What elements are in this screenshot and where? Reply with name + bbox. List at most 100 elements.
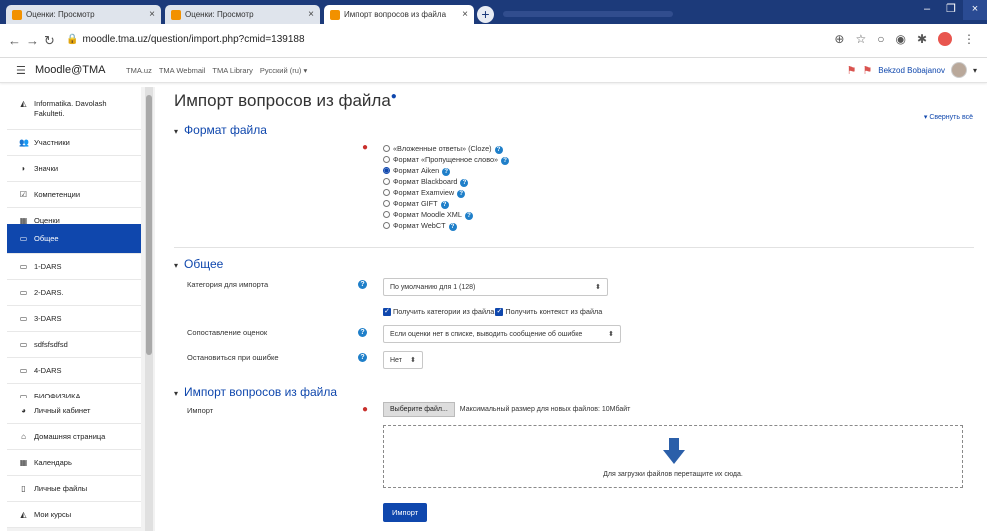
drawer-item-label: 4-DARS bbox=[34, 366, 62, 375]
help-icon[interactable]: ? bbox=[501, 156, 510, 165]
language-menu[interactable]: Русский (ru) ▾ bbox=[260, 66, 307, 75]
checkbox-checked[interactable]: ✓ bbox=[383, 307, 391, 316]
hamburger-menu-icon[interactable]: ☰ bbox=[16, 64, 26, 77]
url-host: moodle.tma.uz bbox=[82, 34, 149, 45]
puzzle-icon[interactable]: ✱ bbox=[917, 32, 927, 46]
profile-icon[interactable] bbox=[938, 32, 952, 46]
matchgrades-select[interactable]: Если оценки нет в списке, выводить сообщ… bbox=[383, 325, 621, 343]
extension-icon[interactable]: ◉ bbox=[895, 32, 905, 46]
help-icon[interactable]: ? bbox=[358, 280, 367, 289]
help-icon[interactable]: ? bbox=[440, 200, 449, 209]
radio-button[interactable] bbox=[383, 189, 390, 196]
format-radio[interactable]: «Вложенные ответы» (Cloze)? bbox=[383, 144, 503, 154]
radio-button[interactable] bbox=[383, 211, 390, 218]
drawer-item[interactable]: ☑ Компетенции bbox=[7, 182, 141, 208]
nav-link[interactable]: TMA Library bbox=[212, 66, 252, 75]
extension-icon[interactable]: ○ bbox=[877, 32, 884, 46]
import-button[interactable]: Импорт bbox=[383, 503, 428, 522]
radio-button[interactable] bbox=[383, 222, 390, 229]
zoom-icon[interactable]: ⊕ bbox=[834, 32, 844, 46]
format-radio-selected[interactable]: Формат Aiken? bbox=[383, 166, 451, 176]
section-title: Общее bbox=[184, 257, 224, 271]
browser-tab-bar: Оценки: Просмотр × Оценки: Просмотр × Им… bbox=[0, 0, 987, 24]
window-close-icon[interactable]: × bbox=[963, 0, 987, 20]
drawer-scrollbar-thumb[interactable] bbox=[146, 95, 152, 355]
drawer-item[interactable]: 👥 Участники bbox=[7, 130, 141, 156]
radio-button[interactable] bbox=[383, 145, 390, 152]
drawer-item[interactable]: ◗ Значки bbox=[7, 156, 141, 182]
menu-dots-icon[interactable]: ⋮ bbox=[963, 32, 975, 46]
drawer-item[interactable]: ⌂ Домашняя страница bbox=[7, 424, 141, 450]
drawer-item-active[interactable]: ▭ Общее bbox=[7, 224, 141, 254]
section-format-header[interactable]: ▾ Формат файла bbox=[174, 123, 267, 137]
browser-tab[interactable]: Оценки: Просмотр × bbox=[165, 5, 320, 24]
category-label: Категория для импорта bbox=[187, 280, 269, 289]
new-tab-button[interactable]: + bbox=[477, 6, 494, 23]
star-icon[interactable]: ☆ bbox=[855, 32, 866, 46]
radio-button-checked[interactable] bbox=[383, 167, 390, 174]
format-radio[interactable]: Формат Moodle XML? bbox=[383, 210, 473, 220]
radio-button[interactable] bbox=[383, 200, 390, 207]
drawer-item[interactable]: ▭ 3-DARS bbox=[7, 306, 141, 332]
avatar[interactable] bbox=[950, 62, 967, 78]
forward-icon[interactable]: → bbox=[26, 33, 39, 48]
file-drop-zone[interactable]: Для загрузки файлов перетащите их сюда. bbox=[383, 425, 963, 488]
close-icon[interactable]: × bbox=[462, 9, 468, 20]
radio-label: Формат Blackboard bbox=[393, 177, 458, 186]
section-general-header[interactable]: ▾ Общее bbox=[174, 257, 223, 271]
help-icon[interactable]: ? bbox=[358, 353, 367, 362]
drawer-item[interactable]: ▭ sdfsfsdfsd bbox=[7, 332, 141, 358]
drawer-item[interactable]: ▭ 1-DARS bbox=[7, 254, 141, 280]
format-radio[interactable]: Формат Examview? bbox=[383, 188, 466, 198]
help-icon[interactable]: ? bbox=[464, 211, 473, 220]
drawer-item[interactable]: ▭ 2-DARS. bbox=[7, 280, 141, 306]
format-radio[interactable]: Формат GIFT? bbox=[383, 199, 449, 209]
notifications-icon[interactable]: ⚑ bbox=[847, 64, 857, 77]
drawer-item-label: Общее bbox=[34, 234, 59, 243]
download-arrow-icon bbox=[663, 438, 685, 464]
format-radio[interactable]: Формат WebCT? bbox=[383, 221, 457, 231]
help-icon[interactable]: ? bbox=[457, 189, 466, 198]
chevron-down-icon[interactable]: ▾ bbox=[973, 66, 977, 75]
browser-tab[interactable]: Оценки: Просмотр × bbox=[6, 5, 161, 24]
drawer-item[interactable]: ▯ Личные файлы bbox=[7, 476, 141, 502]
site-brand[interactable]: Moodle@TMA bbox=[35, 64, 105, 76]
maximize-icon[interactable]: ❐ bbox=[939, 0, 963, 20]
category-select[interactable]: По умолчанию для 1 (128) ⬍ bbox=[383, 278, 608, 296]
browser-tab-active[interactable]: Импорт вопросов из файла × bbox=[324, 5, 474, 24]
chevron-down-icon: ▾ bbox=[174, 389, 179, 398]
format-radio[interactable]: Формат «Пропущенное слово»? bbox=[383, 155, 510, 165]
drawer-item[interactable]: ▦ Календарь bbox=[7, 450, 141, 476]
reload-icon[interactable]: ↻ bbox=[44, 33, 55, 49]
custom-menu: TMA.uz TMA Webmail TMA Library Русский (… bbox=[126, 66, 307, 75]
messages-icon[interactable]: ⚑ bbox=[862, 64, 872, 77]
collapse-all-link[interactable]: ▾ Свернуть всё bbox=[924, 113, 973, 121]
close-icon[interactable]: × bbox=[149, 9, 155, 20]
close-icon[interactable]: × bbox=[308, 9, 314, 20]
section-import-header[interactable]: ▾ Импорт вопросов из файла bbox=[174, 385, 337, 399]
format-radio[interactable]: Формат Blackboard? bbox=[383, 177, 469, 187]
help-icon[interactable]: ? bbox=[448, 222, 457, 231]
user-name[interactable]: Bekzod Bobajanov bbox=[878, 66, 945, 75]
help-icon[interactable]: ? bbox=[494, 145, 503, 154]
address-bar: ← → ↻ 🔒 moodle.tma.uz/question/import.php… bbox=[0, 24, 987, 58]
minimize-icon[interactable]: – bbox=[915, 0, 939, 20]
stoponerror-select[interactable]: Нет ⬍ bbox=[383, 351, 423, 369]
drawer-item[interactable]: ▭ 4-DARS bbox=[7, 358, 141, 384]
nav-link[interactable]: TMA Webmail bbox=[159, 66, 206, 75]
drawer-item[interactable]: ◭ Мои курсы bbox=[7, 502, 141, 528]
drawer-course-link[interactable]: ◭ Informatika. Davolash Fakulteti. bbox=[7, 87, 141, 130]
help-icon[interactable]: ? bbox=[358, 328, 367, 337]
url-field[interactable]: 🔒 moodle.tma.uz/question/import.php?cmid=… bbox=[66, 34, 305, 45]
nav-drawer: ◭ Informatika. Davolash Fakulteti. 👥 Учас… bbox=[7, 87, 155, 531]
radio-button[interactable] bbox=[383, 178, 390, 185]
help-icon[interactable]: ? bbox=[460, 178, 469, 187]
help-icon[interactable]: ● bbox=[391, 91, 397, 102]
checkbox-checked[interactable]: ✓ bbox=[495, 307, 504, 316]
choose-file-button[interactable]: Выберите файл... bbox=[383, 402, 455, 417]
radio-button[interactable] bbox=[383, 156, 390, 163]
back-icon[interactable]: ← bbox=[8, 33, 21, 48]
nav-link[interactable]: TMA.uz bbox=[126, 66, 152, 75]
help-icon[interactable]: ? bbox=[442, 167, 451, 176]
drawer-item[interactable]: ◕ Личный кабинет bbox=[7, 398, 141, 424]
